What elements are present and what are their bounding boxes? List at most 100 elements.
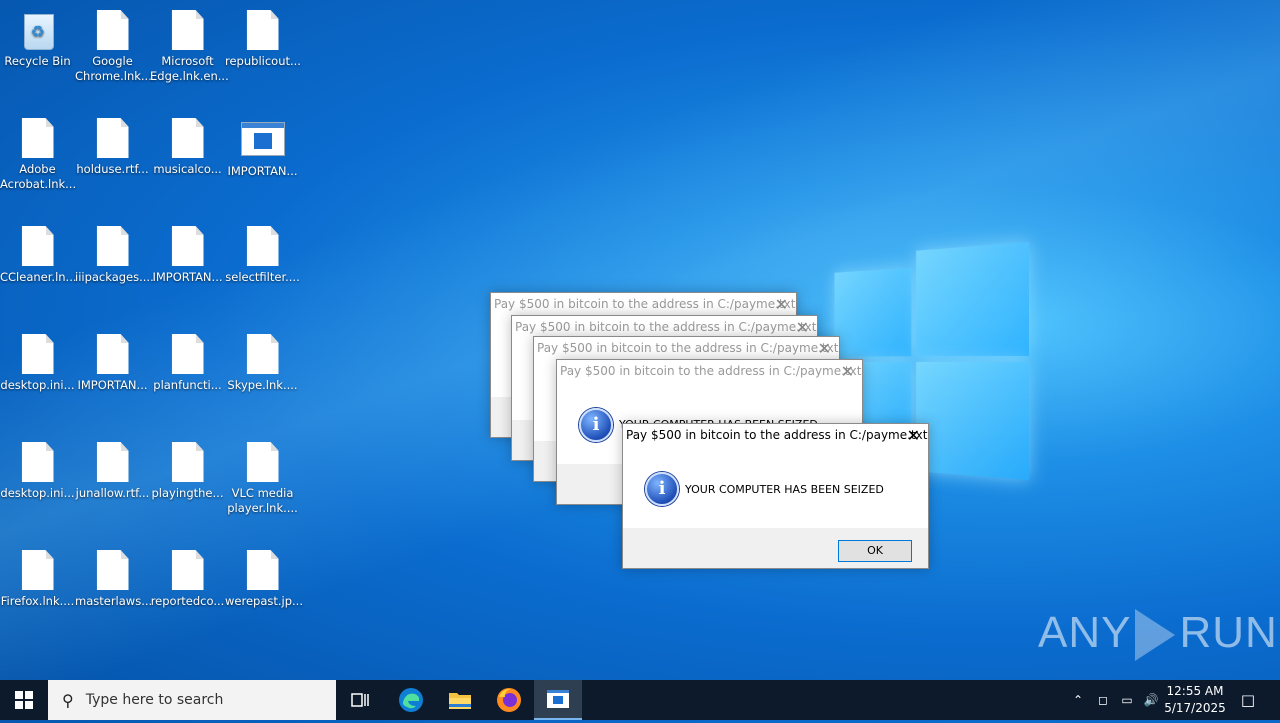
tray-volume-icon[interactable]: 🔊: [1140, 680, 1162, 720]
taskbar-file-explorer[interactable]: [436, 680, 484, 720]
desktop-icon[interactable]: holduse.rtf...: [75, 108, 150, 177]
desktop-icon[interactable]: Firefox.lnk....: [0, 540, 75, 609]
tray-chevron-icon[interactable]: ⌃: [1068, 680, 1088, 720]
desktop-icon[interactable]: musicalco...: [150, 108, 225, 177]
desktop-icon-label: republicout...: [225, 54, 301, 68]
clock-date: 5/17/2025: [1164, 701, 1226, 715]
desktop-icon-label: IMPORTAN...: [152, 270, 223, 284]
desktop-icon[interactable]: reportedco...: [150, 540, 225, 609]
taskbar-active-app[interactable]: [534, 680, 582, 720]
taskbar-search-box[interactable]: ⚲ Type here to search: [48, 680, 336, 720]
notification-center-icon[interactable]: □: [1232, 680, 1264, 720]
close-icon[interactable]: ✕: [818, 339, 831, 358]
info-icon: i: [579, 408, 613, 442]
task-view-button[interactable]: [338, 680, 382, 720]
desktop-icon[interactable]: IMPORTAN...: [225, 108, 300, 179]
desktop-icon[interactable]: iiipackages....: [75, 216, 154, 285]
file-icon: [171, 118, 204, 158]
file-icon: [246, 442, 279, 482]
desktop-icon[interactable]: desktop.ini...: [0, 324, 75, 393]
desktop-icon[interactable]: CCleaner.ln...: [0, 216, 77, 285]
taskbar: ⚲ Type here to search ⌃ ◻ ▭ 🔊 12:55 AM 5…: [0, 680, 1280, 720]
desktop-icon-label: planfuncti...: [153, 378, 222, 392]
desktop-icon-label: masterlaws...: [75, 594, 153, 608]
dialog-footer: OK: [623, 528, 928, 568]
clock-time: 12:55 AM: [1166, 684, 1224, 698]
dialog-title: Pay $500 in bitcoin to the address in C:…: [515, 320, 817, 334]
desktop-icon-label: junallow.rtf...: [75, 486, 150, 500]
file-icon: [96, 550, 129, 590]
application-icon: [240, 122, 285, 156]
desktop-icon-label: IMPORTAN...: [77, 378, 148, 392]
desktop-icon-label: VLC media player.lnk....: [227, 486, 298, 515]
desktop-icon[interactable]: VLC media player.lnk....: [225, 432, 300, 516]
desktop-icon[interactable]: werepast.jp...: [225, 540, 303, 609]
desktop-icon-label: IMPORTAN...: [227, 164, 298, 178]
desktop-icon[interactable]: ♻ Recycle Bin: [0, 0, 75, 69]
watermark-right: RUN: [1179, 608, 1278, 657]
desktop-icon-label: musicalco...: [153, 162, 222, 176]
desktop-icon[interactable]: Microsoft Edge.lnk.en...: [150, 0, 229, 84]
desktop-icon[interactable]: junallow.rtf...: [75, 432, 150, 501]
desktop-icon-label: werepast.jp...: [225, 594, 303, 608]
desktop-icon[interactable]: Adobe Acrobat.lnk...: [0, 108, 76, 192]
tray-network-icon[interactable]: ▭: [1116, 680, 1138, 720]
desktop-icon-label: iiipackages....: [75, 270, 154, 284]
search-placeholder: Type here to search: [85, 692, 224, 708]
desktop-icon[interactable]: IMPORTAN...: [75, 324, 150, 393]
file-icon: [171, 10, 204, 50]
file-icon: [21, 226, 54, 266]
taskbar-firefox[interactable]: [485, 680, 533, 720]
close-icon[interactable]: ✕: [841, 362, 854, 381]
play-icon: [1135, 609, 1176, 662]
desktop-icon-label: Google Chrome.lnk...: [75, 54, 152, 83]
file-icon: [21, 118, 54, 158]
file-icon: [246, 10, 279, 50]
file-icon: [171, 442, 204, 482]
file-icon: [96, 442, 129, 482]
tray-device-icon[interactable]: ◻: [1092, 680, 1114, 720]
search-icon: ⚲: [62, 690, 74, 710]
desktop-icon[interactable]: playingthe...: [150, 432, 225, 501]
desktop-icon[interactable]: planfuncti...: [150, 324, 225, 393]
start-button[interactable]: [0, 680, 48, 720]
desktop-icon[interactable]: republicout...: [225, 0, 301, 69]
info-icon: i: [645, 472, 679, 506]
close-icon[interactable]: ✕: [907, 426, 920, 445]
file-icon: [96, 10, 129, 50]
desktop-icon-label: CCleaner.ln...: [0, 270, 77, 284]
windows-start-icon: [15, 691, 33, 709]
desktop-icon-label: Microsoft Edge.lnk.en...: [150, 54, 229, 83]
desktop-icon[interactable]: Google Chrome.lnk...: [75, 0, 152, 84]
file-icon: [246, 226, 279, 266]
file-icon: [246, 550, 279, 590]
file-icon: [171, 226, 204, 266]
firefox-icon: [497, 688, 521, 712]
dialog-title: Pay $500 in bitcoin to the address in C:…: [537, 341, 839, 355]
watermark-left: ANY: [1038, 608, 1132, 657]
desktop-icon[interactable]: Skype.lnk....: [225, 324, 300, 393]
desktop-icon[interactable]: desktop.ini...: [0, 432, 75, 501]
desktop-icon[interactable]: selectfilter....: [225, 216, 300, 285]
dialog-title: Pay $500 in bitcoin to the address in C:…: [494, 297, 796, 311]
dialog-title: Pay $500 in bitcoin to the address in C:…: [560, 364, 862, 378]
file-icon: [171, 550, 204, 590]
ransom-dialog-front[interactable]: Pay $500 in bitcoin to the address in C:…: [622, 423, 929, 569]
file-icon: [21, 550, 54, 590]
file-icon: [96, 334, 129, 374]
desktop-icon[interactable]: IMPORTAN...: [150, 216, 225, 285]
close-icon[interactable]: ✕: [796, 318, 809, 337]
file-icon: [21, 442, 54, 482]
close-icon[interactable]: ✕: [775, 295, 788, 314]
anyrun-watermark: ANY RUN: [1038, 608, 1278, 662]
tray-clock[interactable]: 12:55 AM 5/17/2025: [1162, 680, 1228, 723]
ok-button[interactable]: OK: [838, 540, 912, 562]
taskbar-edge[interactable]: [387, 680, 435, 720]
desktop-icon-label: desktop.ini...: [0, 378, 75, 392]
edge-icon: [399, 688, 423, 712]
window-app-icon: [547, 690, 569, 708]
desktop-icon[interactable]: masterlaws...: [75, 540, 153, 609]
file-icon: [96, 226, 129, 266]
recycle-bin-icon: ♻: [19, 8, 57, 50]
file-icon: [21, 334, 54, 374]
